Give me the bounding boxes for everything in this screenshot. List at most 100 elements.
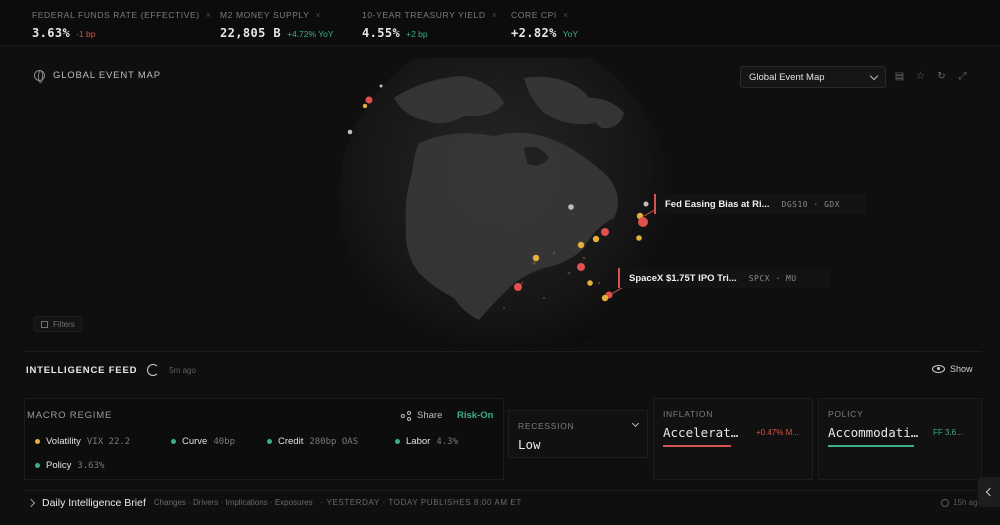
ticker-label: M2 MONEY SUPPLY: [220, 10, 310, 20]
close-icon[interactable]: ×: [206, 10, 212, 20]
ticker-change: +2 bp: [406, 29, 428, 39]
share-button[interactable]: Share: [401, 410, 442, 421]
event-callout-title: Fed Easing Bias at Ri...: [665, 198, 770, 210]
star-icon[interactable]: ☆: [915, 71, 926, 82]
indicator-name: Credit: [278, 436, 304, 447]
trend-bar: [663, 445, 731, 447]
section-divider: [24, 351, 982, 352]
card-value: Low: [518, 437, 541, 452]
map-title: GLOBAL EVENT MAP: [34, 70, 161, 83]
close-icon[interactable]: ×: [315, 10, 321, 20]
close-icon[interactable]: ×: [563, 10, 569, 20]
refresh-icon[interactable]: [147, 364, 160, 376]
event-marker-high[interactable]: [577, 263, 585, 271]
event-marker-medium[interactable]: [577, 241, 585, 249]
chevron-left-icon: [985, 487, 995, 497]
macro-regime-title: MACRO REGIME: [27, 410, 113, 421]
indicator-name: Curve: [182, 436, 208, 447]
event-marker-medium[interactable]: [532, 254, 540, 262]
brief-sections: Changes · Drivers · Implications · Expos…: [153, 498, 313, 507]
indicator-value: 40bp: [213, 436, 236, 447]
indicator-value: VIX 22.2: [86, 436, 131, 447]
event-marker-high[interactable]: [365, 96, 373, 104]
recession-card[interactable]: RECESSION Low: [508, 410, 648, 458]
share-label: Share: [417, 410, 443, 421]
show-label: Show: [950, 364, 973, 374]
status-dot: [171, 439, 176, 444]
filters-button[interactable]: Filters: [34, 316, 82, 332]
ticker-change: YoY: [562, 29, 579, 39]
ticker-value: 22,805 B: [220, 26, 281, 40]
event-marker-medium[interactable]: [601, 294, 609, 302]
event-marker-high[interactable]: [601, 228, 609, 236]
event-callout[interactable]: Fed Easing Bias at Ri... DGS10 · GDX: [654, 194, 866, 214]
indicator-curve: Curve 40bp: [171, 436, 235, 447]
collapse-panel-button[interactable]: [978, 477, 1000, 507]
event-marker-low[interactable]: [568, 204, 574, 210]
inflation-card[interactable]: INFLATION Accelerat… +0.47% M...: [653, 398, 813, 480]
clock-icon: [941, 498, 950, 507]
card-delta: +0.47% M...: [756, 428, 799, 437]
refresh-icon[interactable]: ↻: [936, 71, 947, 82]
ticker-label: CORE CPI: [511, 10, 557, 20]
ticker-value: 3.63%: [32, 26, 71, 40]
indicator-volatility: Volatility VIX 22.2: [35, 436, 130, 447]
show-toggle[interactable]: Show: [932, 364, 973, 374]
event-marker-low[interactable]: [347, 129, 353, 135]
status-dot: [395, 439, 400, 444]
event-marker-low[interactable]: [643, 201, 649, 207]
global-event-map-panel: GLOBAL EVENT MAP Global Event Map ▤ ☆ ↻ …: [24, 58, 982, 348]
indicator-policy: Policy 3.63%: [35, 460, 104, 471]
event-marker-high[interactable]: [638, 217, 648, 227]
event-callout-codes: SPCX · MU: [748, 273, 797, 283]
indicator-name: Policy: [46, 460, 72, 471]
event-marker-medium[interactable]: [362, 103, 368, 109]
event-marker-medium[interactable]: [636, 235, 642, 241]
share-icon: [401, 410, 411, 421]
chevron-down-icon: [869, 71, 879, 80]
map-view-select-value: Global Event Map: [749, 71, 825, 83]
macro-ticker-bar: FEDERAL FUNDS RATE (EFFECTIVE) × 3.63% -1 …: [0, 0, 1000, 46]
chevron-down-icon: [631, 419, 640, 428]
expand-icon[interactable]: ⤢: [957, 71, 968, 82]
ticker-item-10y[interactable]: 10-YEAR TREASURY YIELD × 4.55% +2 bp: [362, 10, 497, 40]
intelligence-feed-header: INTELLIGENCE FEED 5m ago: [26, 364, 196, 376]
map-toolbar: ▤ ☆ ↻ ⤢: [894, 71, 968, 82]
ticker-change: -1 bp: [76, 29, 96, 39]
indicator-name: Labor: [406, 436, 431, 447]
event-marker-high[interactable]: [514, 283, 522, 291]
brief-time: 15h ago: [941, 498, 982, 507]
event-callout-codes: DGS10 · GDX: [781, 199, 841, 209]
close-icon[interactable]: ×: [492, 10, 498, 20]
card-delta: FF 3.6...: [933, 428, 963, 437]
eye-icon: [932, 365, 945, 373]
ticker-item-m2[interactable]: M2 MONEY SUPPLY × 22,805 B +4.72% YoY: [220, 10, 334, 40]
event-callout[interactable]: SpaceX $1.75T IPO Tri... SPCX · MU: [618, 268, 830, 288]
indicator-credit: Credit 280bp OAS: [267, 436, 358, 447]
indicator-labor: Labor 4.3%: [395, 436, 458, 447]
indicator-value: 4.3%: [436, 436, 458, 447]
daily-brief-row[interactable]: Daily Intelligence Brief Changes · Drive…: [24, 490, 982, 514]
indicator-value: 3.63%: [77, 460, 105, 471]
ticker-item-fed-funds[interactable]: FEDERAL FUNDS RATE (EFFECTIVE) × 3.63% -1 …: [32, 10, 212, 40]
ticker-value: +2.82%: [511, 26, 557, 40]
card-value: Accommodati…: [828, 425, 919, 440]
event-marker-low[interactable]: [379, 84, 383, 88]
indicator-name: Volatility: [46, 436, 81, 447]
event-marker-medium[interactable]: [587, 280, 593, 286]
card-title: INFLATION: [663, 409, 714, 419]
ticker-value: 4.55%: [362, 26, 401, 40]
card-title: POLICY: [828, 409, 864, 419]
status-dot: [267, 439, 272, 444]
policy-card[interactable]: POLICY Accommodati… FF 3.6...: [818, 398, 982, 480]
feed-title: INTELLIGENCE FEED: [26, 364, 138, 376]
status-dot: [35, 439, 40, 444]
ticker-label: FEDERAL FUNDS RATE (EFFECTIVE): [32, 10, 200, 20]
card-value: Accelerat…: [663, 425, 739, 440]
grid-icon[interactable]: ▤: [894, 71, 905, 82]
map-view-select[interactable]: Global Event Map: [740, 66, 886, 88]
ticker-label: 10-YEAR TREASURY YIELD: [362, 10, 486, 20]
event-marker-medium[interactable]: [592, 235, 600, 243]
brief-schedule: · YESTERDAY · TODAY PUBLISHES 8:00 AM ET: [320, 498, 522, 507]
ticker-item-core-cpi[interactable]: CORE CPI × +2.82% YoY: [511, 10, 578, 40]
